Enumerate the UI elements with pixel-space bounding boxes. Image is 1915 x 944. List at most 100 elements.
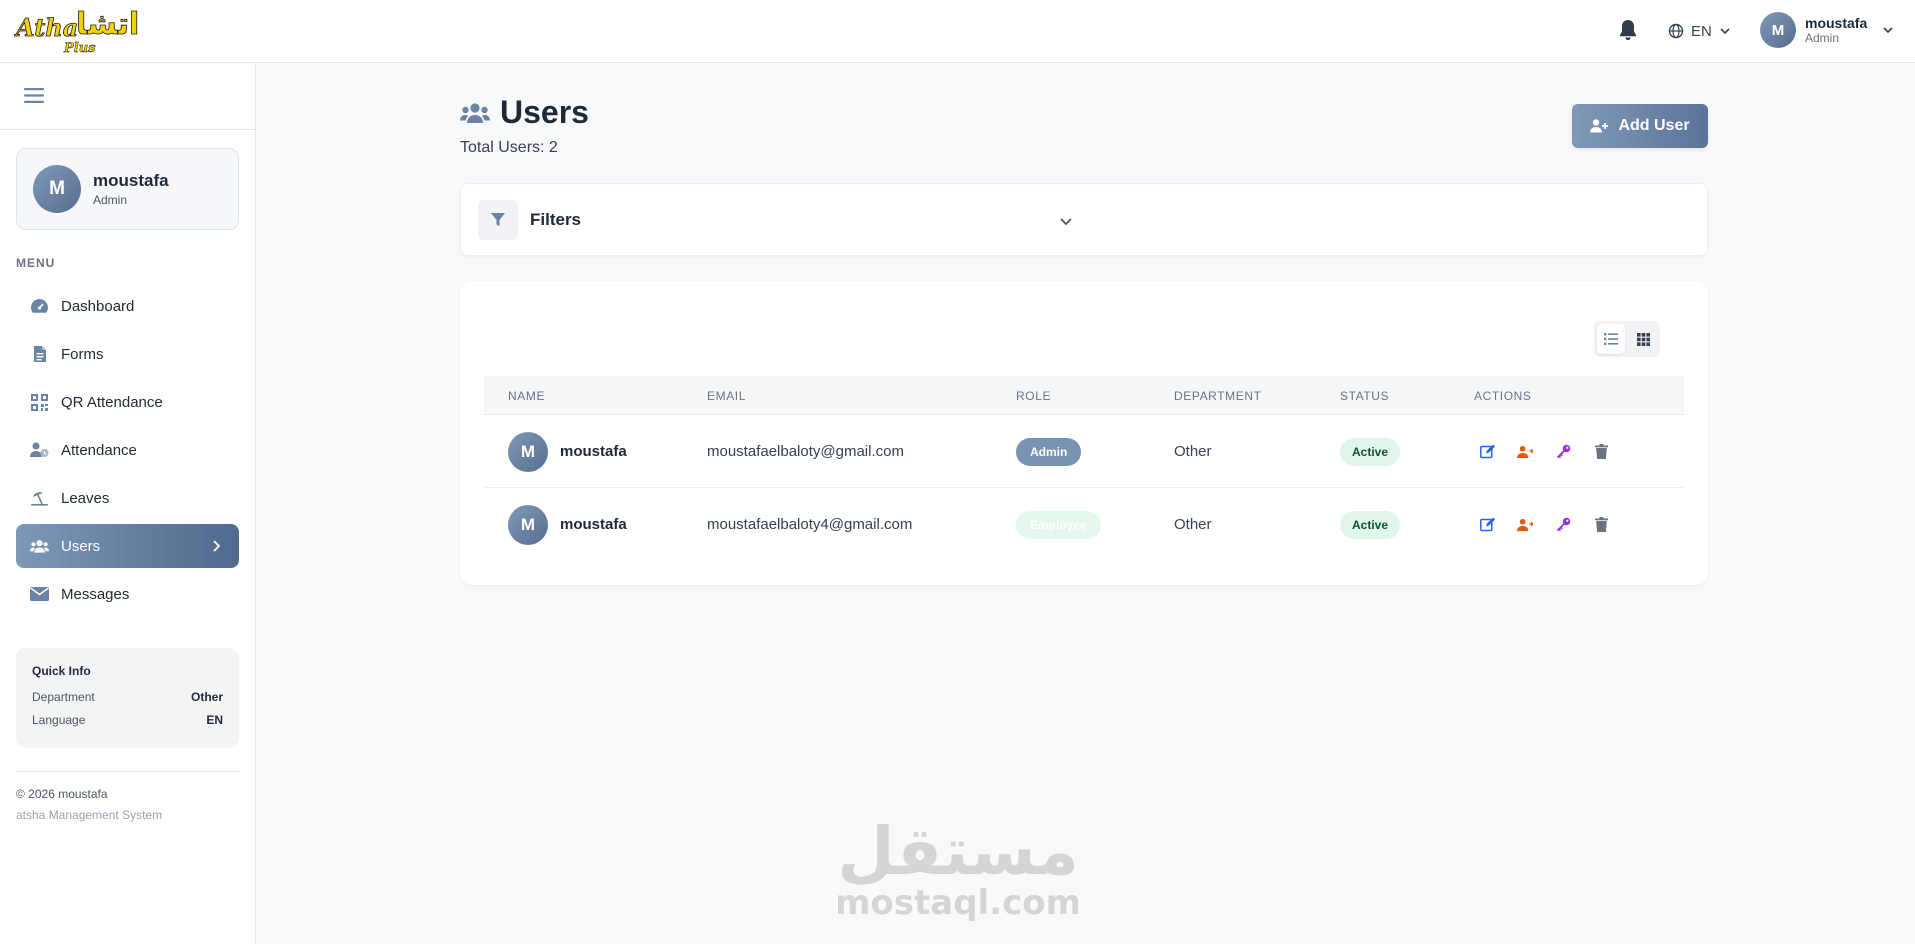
sidebar-item-label: Dashboard xyxy=(61,297,135,315)
sidebar: M moustafa Admin MENU Dashboard Forms QR… xyxy=(0,63,256,944)
sidebar-item-label: Forms xyxy=(61,345,104,363)
notification-bell-icon[interactable] xyxy=(1617,18,1639,42)
sidebar-item-label: Messages xyxy=(61,585,130,603)
column-header-department: DEPARTMENT xyxy=(1174,389,1262,403)
user-clock-icon xyxy=(30,441,49,460)
quick-info-value: Other xyxy=(190,690,223,704)
menu-heading: MENU xyxy=(16,256,56,270)
edit-icon[interactable] xyxy=(1479,444,1495,460)
sidebar-item-label: Users xyxy=(61,537,101,555)
grid-view-button[interactable] xyxy=(1629,324,1657,354)
quick-info-label: Language xyxy=(32,713,86,727)
grid-icon xyxy=(1636,332,1650,346)
add-user-button[interactable]: Add User xyxy=(1572,104,1708,148)
svg-text:mostaql.com: mostaql.com xyxy=(838,883,1078,922)
column-header-actions: ACTIONS xyxy=(1474,389,1532,403)
actions-cell xyxy=(1479,415,1609,488)
page-title: Users xyxy=(460,94,589,131)
key-icon[interactable] xyxy=(1555,517,1571,533)
profile-role: Admin xyxy=(93,193,128,207)
avatar: M xyxy=(508,504,548,545)
change-role-icon[interactable] xyxy=(1517,517,1533,533)
page-header: Users Total Users: 2 xyxy=(460,94,589,157)
key-icon[interactable] xyxy=(1555,444,1571,460)
hamburger-menu-icon[interactable] xyxy=(24,87,44,104)
umbrella-beach-icon xyxy=(30,489,49,508)
delete-icon[interactable] xyxy=(1593,517,1609,533)
gauge-icon xyxy=(30,297,49,316)
chevron-down-icon[interactable] xyxy=(1058,213,1074,229)
filters-panel[interactable]: Filters xyxy=(460,183,1708,256)
globe-icon xyxy=(1668,23,1684,39)
name-cell: M moustafa xyxy=(508,488,627,561)
filter-icon xyxy=(478,200,518,240)
name-cell: M moustafa xyxy=(508,415,627,488)
app-logo[interactable]: Atha اتشا Plus xyxy=(14,4,146,56)
status-cell: Active xyxy=(1340,488,1401,561)
department-cell: Other xyxy=(1174,516,1212,533)
quick-info-label: Department xyxy=(32,690,95,704)
sidebar-item-label: Attendance xyxy=(61,441,137,459)
change-role-icon[interactable] xyxy=(1517,444,1533,460)
table-row: M moustafa moustafaelbaloty4@gmail.com E… xyxy=(484,488,1684,561)
profile-card: M moustafa Admin xyxy=(16,148,239,230)
table-header: NAME EMAIL ROLE DEPARTMENT STATUS ACTION… xyxy=(484,376,1684,415)
avatar: M xyxy=(1760,12,1796,48)
list-icon xyxy=(1604,333,1618,345)
add-user-label: Add User xyxy=(1618,117,1690,134)
column-header-email: EMAIL xyxy=(707,389,747,403)
table-row: M moustafa moustafaelbaloty@gmail.com Ad… xyxy=(484,415,1684,488)
user-name: moustafa xyxy=(1805,15,1868,31)
role-cell: Employee xyxy=(1016,488,1101,561)
avatar: M xyxy=(508,431,548,472)
status-badge: Active xyxy=(1340,437,1401,466)
quick-info-panel: Quick Info Department Other Language EN xyxy=(16,648,239,748)
sidebar-item-leaves[interactable]: Leaves xyxy=(16,476,239,520)
filters-label: Filters xyxy=(530,210,582,229)
svg-text:Atha: Atha xyxy=(14,13,78,42)
status-badge: Active xyxy=(1340,510,1401,539)
quick-info-row: Language EN xyxy=(32,713,223,727)
quick-info-value: EN xyxy=(206,713,223,727)
column-header-status: STATUS xyxy=(1340,389,1390,403)
profile-name: moustafa xyxy=(93,171,169,190)
user-name: moustafa xyxy=(560,443,627,460)
status-cell: Active xyxy=(1340,415,1401,488)
sidebar-item-users[interactable]: Users xyxy=(16,524,239,568)
view-toggle xyxy=(1594,321,1660,357)
department-cell: Other xyxy=(1174,443,1212,460)
sidebar-item-attendance[interactable]: Attendance xyxy=(16,428,239,472)
role-badge: Admin xyxy=(1016,437,1082,466)
user-role: Admin xyxy=(1805,31,1840,45)
column-header-role: ROLE xyxy=(1016,389,1052,403)
quick-info-row: Department Other xyxy=(32,690,223,704)
users-table-card: NAME EMAIL ROLE DEPARTMENT STATUS ACTION… xyxy=(460,281,1708,585)
top-bar: Atha اتشا Plus EN M moustafa Admin xyxy=(0,0,1915,63)
watermark-logo: مستقل mostaql.com xyxy=(838,813,1078,922)
users-icon xyxy=(30,537,49,556)
chevron-down-icon xyxy=(1883,27,1893,34)
sidebar-menu: Dashboard Forms QR Attendance Attendance… xyxy=(16,284,239,620)
svg-text:مستقل: مستقل xyxy=(838,813,1078,890)
user-menu[interactable]: M moustafa Admin xyxy=(1760,12,1894,48)
copyright: © 2026 moustafa xyxy=(16,787,108,801)
column-header-name: NAME xyxy=(508,389,546,403)
users-icon xyxy=(460,102,490,123)
list-view-button[interactable] xyxy=(1597,324,1625,354)
language-selector[interactable]: EN xyxy=(1668,20,1731,42)
actions-cell xyxy=(1479,488,1609,561)
sidebar-item-qr-attendance[interactable]: QR Attendance xyxy=(16,380,239,424)
divider xyxy=(16,771,239,772)
edit-icon[interactable] xyxy=(1479,517,1495,533)
user-name: moustafa xyxy=(560,516,627,533)
chevron-down-icon xyxy=(1720,28,1730,35)
sidebar-item-dashboard[interactable]: Dashboard xyxy=(16,284,239,328)
sidebar-item-messages[interactable]: Messages xyxy=(16,572,239,616)
quick-info-title: Quick Info xyxy=(32,664,91,678)
delete-icon[interactable] xyxy=(1593,444,1609,460)
sidebar-item-forms[interactable]: Forms xyxy=(16,332,239,376)
chevron-right-icon xyxy=(213,540,221,552)
avatar: M xyxy=(33,165,81,213)
document-icon xyxy=(30,345,49,364)
qr-code-icon xyxy=(30,393,49,412)
